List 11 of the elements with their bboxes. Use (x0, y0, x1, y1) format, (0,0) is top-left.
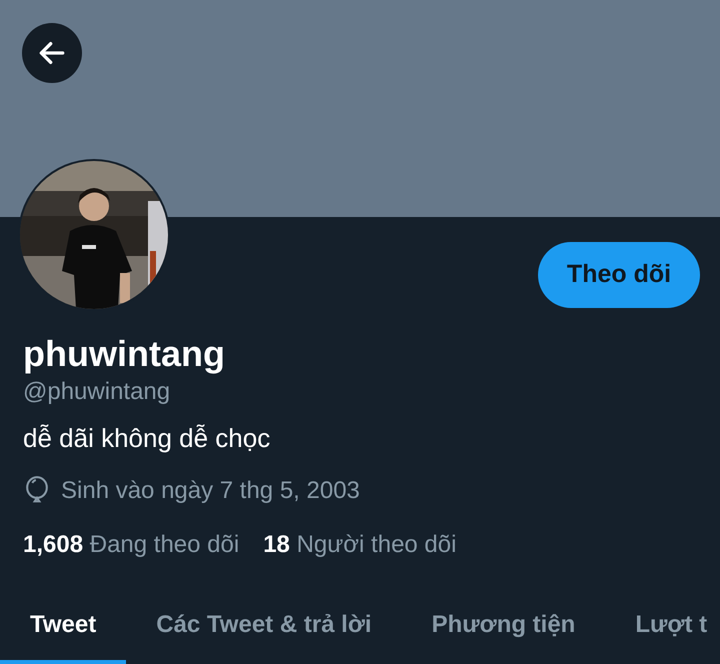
follow-stat-link[interactable]: 1,608 Đang theo dõi (23, 529, 240, 561)
profile-tab[interactable]: Tweet (0, 590, 126, 664)
profile-tab[interactable]: Phương tiện (402, 590, 606, 664)
follow-stat-link[interactable]: 18 Người theo dõi (263, 529, 456, 561)
profile-tab[interactable]: Các Tweet & trả lời (126, 590, 402, 664)
user-handle: @phuwintang (23, 377, 172, 407)
display-name: phuwintang (23, 332, 226, 376)
follow-button[interactable]: Theo dõi (538, 242, 700, 308)
profile-tab[interactable]: Lượt t (605, 590, 720, 664)
bio-text: dễ dãi không dễ chọc (23, 422, 272, 455)
birthday-text: Sinh vào ngày 7 thg 5, 2003 (61, 476, 360, 506)
